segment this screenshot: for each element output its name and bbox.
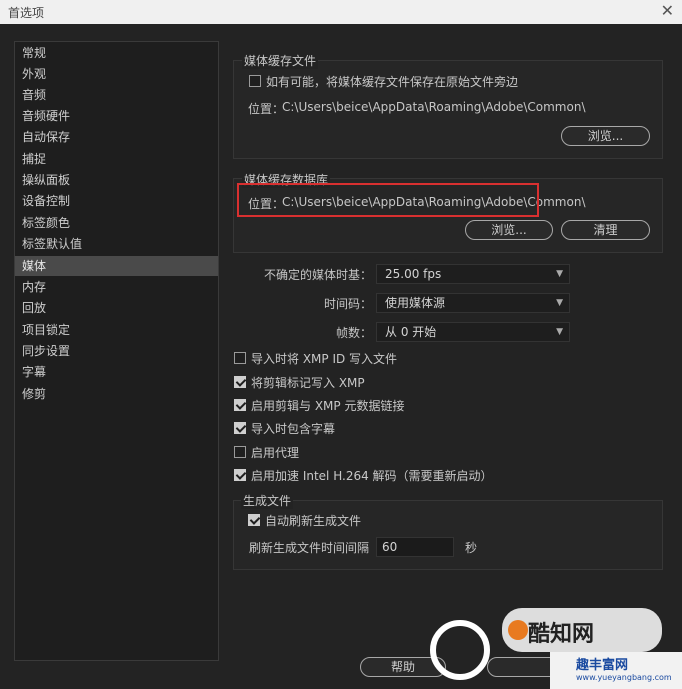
refresh-interval-input[interactable]: 60	[376, 537, 454, 557]
swirl-logo-icon	[430, 620, 490, 680]
sidebar-item-control-surface[interactable]: 操纵面板	[15, 170, 218, 190]
watermark-text-site: 趣丰富网	[576, 658, 629, 673]
cache-db-browse-button[interactable]: 浏览...	[465, 220, 553, 240]
watermark-logo: 酷知网 趣丰富网 www.yueyangbang.com	[430, 600, 682, 689]
sidebar-item-trim[interactable]: 修剪	[15, 384, 218, 404]
clip-markers-xmp-checkbox[interactable]	[234, 376, 246, 388]
xmp-id-label: 导入时将 XMP ID 写入文件	[251, 352, 398, 366]
timebase-select[interactable]: 25.00 fps ▼	[376, 264, 570, 284]
sidebar-item-memory[interactable]: 内存	[15, 277, 218, 297]
enable-proxy-checkbox[interactable]	[234, 446, 246, 458]
include-captions-label: 导入时包含字幕	[251, 422, 336, 436]
close-icon[interactable]: ✕	[661, 1, 674, 20]
sidebar-item-media[interactable]: 媒体	[15, 256, 218, 276]
clip-markers-xmp-label: 将剪辑标记写入 XMP	[251, 376, 365, 390]
title-bar: 首选项 ✕	[0, 0, 682, 24]
cache-db-clean-button[interactable]: 清理	[561, 220, 650, 240]
window-title: 首选项	[8, 6, 45, 20]
clip-xmp-link-checkbox[interactable]	[234, 399, 246, 411]
sidebar-item-captions[interactable]: 字幕	[15, 362, 218, 382]
frame-label: 帧数：	[335, 326, 372, 340]
chevron-down-icon: ▼	[556, 298, 563, 308]
cache-files-browse-button[interactable]: 浏览...	[561, 126, 650, 146]
enable-proxy-label: 启用代理	[251, 446, 300, 460]
sidebar-item-auto-save[interactable]: 自动保存	[15, 127, 218, 147]
sidebar-item-audio-hardware[interactable]: 音频硬件	[15, 106, 218, 126]
watermark-text-main: 酷知网	[528, 622, 595, 647]
save-next-to-original-checkbox[interactable]	[249, 75, 261, 87]
sidebar-item-label-colors[interactable]: 标签颜色	[15, 213, 218, 233]
sidebar-item-appearance[interactable]: 外观	[15, 64, 218, 84]
sidebar-item-audio[interactable]: 音频	[15, 85, 218, 105]
red-highlight-box	[237, 183, 539, 217]
preferences-sidebar: 常规 外观 音频 音频硬件 自动保存 捕捉 操纵面板 设备控制 标签颜色 标签默…	[14, 41, 219, 661]
xmp-id-checkbox[interactable]	[234, 352, 246, 364]
timecode-value: 使用媒体源	[385, 296, 446, 310]
intel-h264-label: 启用加速 Intel H.264 解码（需要重新启动）	[251, 469, 493, 483]
timebase-label: 不确定的媒体时基：	[263, 268, 372, 282]
frame-value: 从 0 开始	[385, 325, 437, 339]
media-cache-files-title: 媒体缓存文件	[242, 52, 319, 69]
cache-files-location-label: 位置：	[248, 102, 285, 116]
save-next-to-original-label: 如有可能，将媒体缓存文件保存在原始文件旁边	[266, 75, 519, 89]
watermark-dot-icon	[508, 620, 528, 640]
auto-refresh-checkbox[interactable]	[248, 514, 260, 526]
include-captions-checkbox[interactable]	[234, 422, 246, 434]
auto-refresh-label: 自动刷新生成文件	[265, 514, 362, 528]
intel-h264-checkbox[interactable]	[234, 469, 246, 481]
timecode-select[interactable]: 使用媒体源 ▼	[376, 293, 570, 313]
timecode-label: 时间码：	[323, 297, 372, 311]
sidebar-item-playback[interactable]: 回放	[15, 298, 218, 318]
sidebar-item-label-defaults[interactable]: 标签默认值	[15, 234, 218, 254]
chevron-down-icon: ▼	[556, 269, 563, 279]
cache-files-location-path: C:\Users\beice\AppData\Roaming\Adobe\Com…	[282, 100, 586, 114]
growing-files-panel	[233, 500, 663, 570]
timebase-value: 25.00 fps	[385, 267, 442, 281]
watermark-url: www.yueyangbang.com	[576, 673, 672, 682]
refresh-interval-unit: 秒	[465, 541, 478, 555]
sidebar-item-capture[interactable]: 捕捉	[15, 149, 218, 169]
sidebar-item-general[interactable]: 常规	[15, 43, 218, 63]
sidebar-item-device-control[interactable]: 设备控制	[15, 191, 218, 211]
sidebar-item-project-locking[interactable]: 项目锁定	[15, 320, 218, 340]
growing-files-title: 生成文件	[241, 492, 294, 509]
sidebar-item-sync-settings[interactable]: 同步设置	[15, 341, 218, 361]
clip-xmp-link-label: 启用剪辑与 XMP 元数据链接	[251, 399, 405, 413]
frame-select[interactable]: 从 0 开始 ▼	[376, 322, 570, 342]
chevron-down-icon: ▼	[556, 327, 563, 337]
refresh-interval-label: 刷新生成文件时间间隔	[249, 541, 370, 555]
